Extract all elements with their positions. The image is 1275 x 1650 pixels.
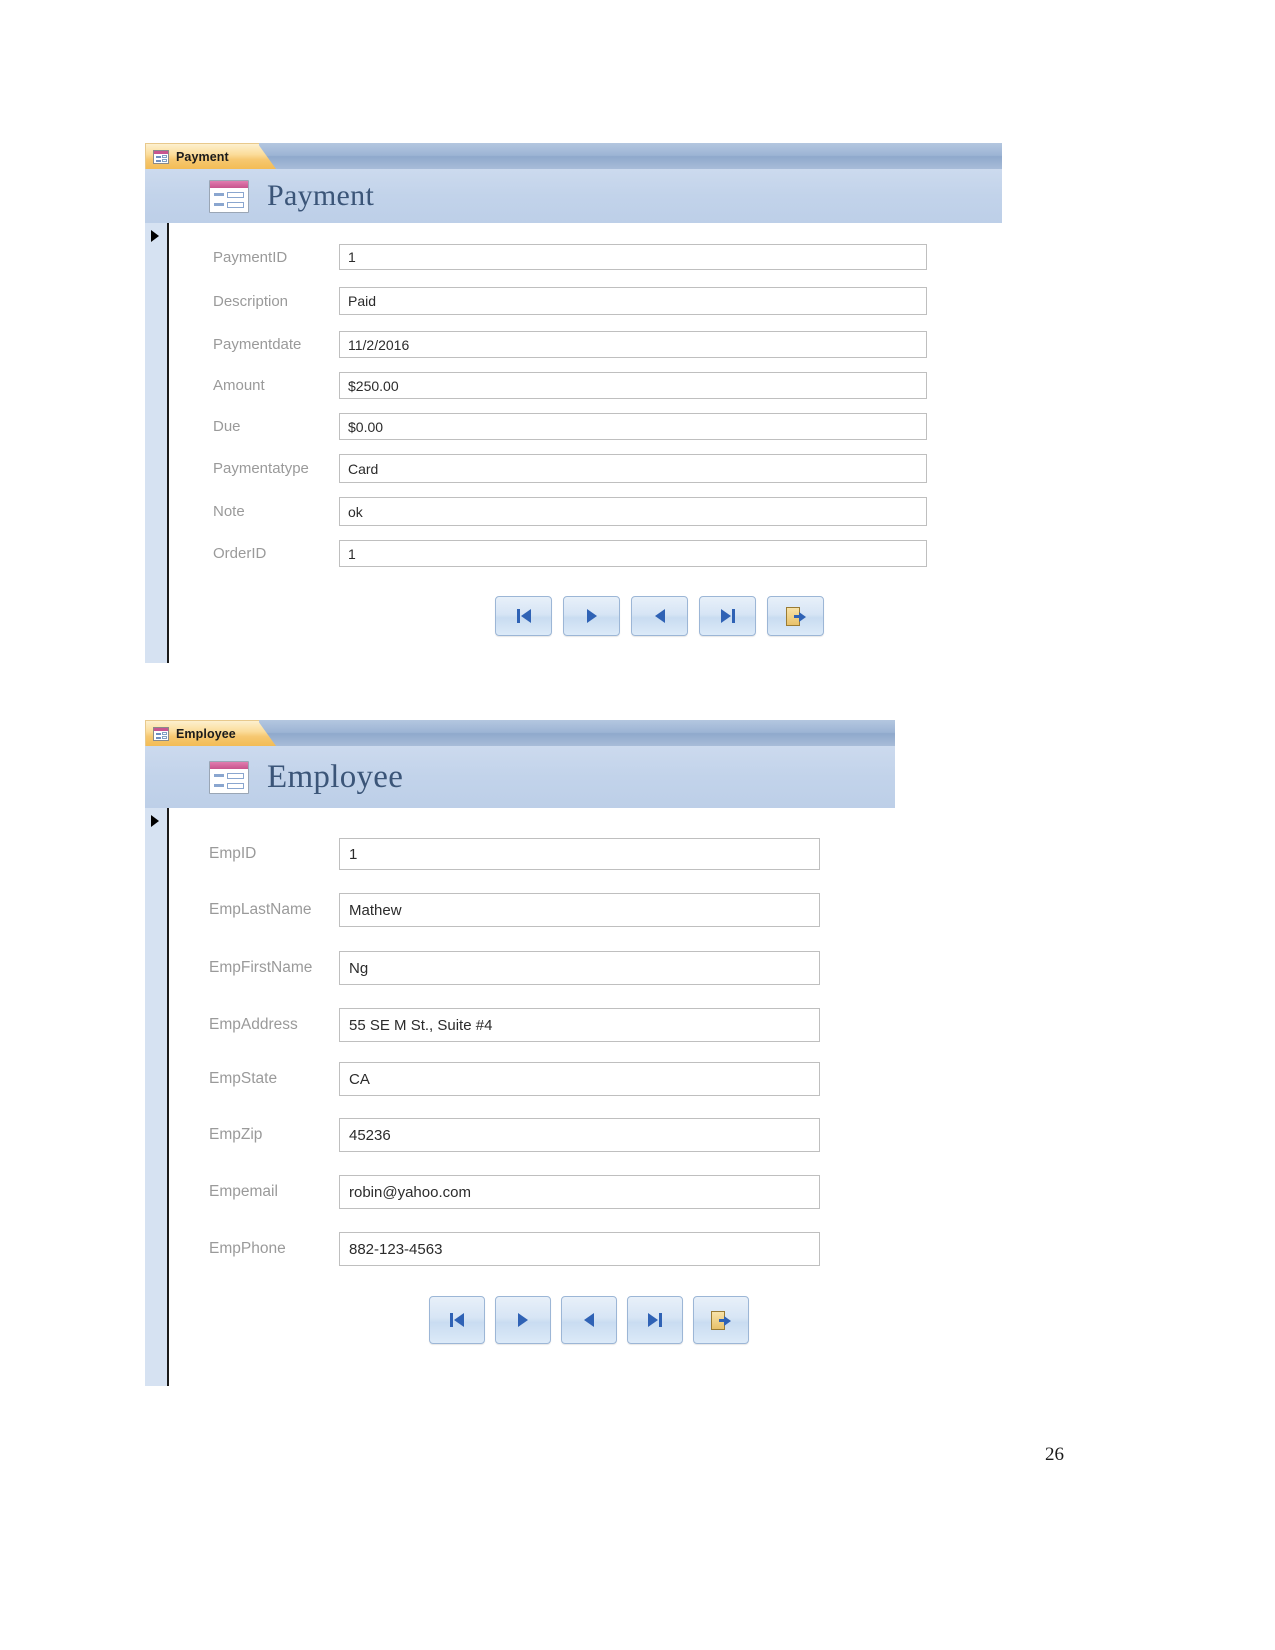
payment-tab-strip: Payment xyxy=(145,143,1002,169)
first-record-icon xyxy=(516,609,531,623)
field-input-amount[interactable]: $250.00 xyxy=(339,372,927,399)
field-row: Note ok xyxy=(169,497,1002,526)
form-icon xyxy=(153,149,169,164)
employee-tab-strip: Employee xyxy=(145,720,895,746)
last-record-icon xyxy=(648,1313,662,1327)
first-record-button[interactable] xyxy=(429,1296,485,1344)
record-selector[interactable] xyxy=(145,808,169,1386)
employee-fields-area: EmpID 1 EmpLastName Mathew EmpFirstName … xyxy=(169,808,895,1386)
form-icon xyxy=(209,179,249,213)
employee-form-window: Employee Employee EmpID 1 EmpLastName Ma… xyxy=(145,720,895,1386)
field-input-empphone[interactable]: 882-123-4563 xyxy=(339,1232,820,1266)
field-label-paymentdate: Paymentdate xyxy=(213,336,302,353)
previous-record-icon xyxy=(584,1313,594,1327)
field-row: OrderID 1 xyxy=(169,540,1002,567)
record-selector-arrow-icon xyxy=(151,815,159,827)
payment-form-window: Payment Payment PaymentID 1 Description … xyxy=(145,143,1002,663)
field-label-empaddress: EmpAddress xyxy=(209,1016,298,1033)
field-input-empfirstname[interactable]: Ng xyxy=(339,951,820,985)
field-row: PaymentID 1 xyxy=(169,244,1002,270)
field-row: Description Paid xyxy=(169,287,1002,315)
field-input-emplastname[interactable]: Mathew xyxy=(339,893,820,927)
field-row: EmpFirstName Ng xyxy=(169,951,895,985)
record-selector-arrow-icon xyxy=(151,230,159,242)
field-row: Amount $250.00 xyxy=(169,372,1002,399)
field-row: EmpZip 45236 xyxy=(169,1118,895,1152)
form-icon xyxy=(153,726,169,741)
record-selector[interactable] xyxy=(145,223,169,663)
tab-employee[interactable]: Employee xyxy=(145,720,259,746)
field-label-paymentid: PaymentID xyxy=(213,248,288,266)
next-record-icon xyxy=(586,609,597,623)
field-row: Empemail robin@yahoo.com xyxy=(169,1175,895,1209)
field-row: EmpID 1 xyxy=(169,838,895,870)
field-input-description[interactable]: Paid xyxy=(339,287,927,315)
field-label-due: Due xyxy=(213,418,241,435)
tab-payment-label: Payment xyxy=(176,149,229,164)
field-row: Paymentdate 11/2/2016 xyxy=(169,331,1002,358)
exit-door-icon xyxy=(785,606,806,626)
field-label-empemail: Empemail xyxy=(209,1183,278,1200)
field-row: EmpAddress 55 SE M St., Suite #4 xyxy=(169,1008,895,1042)
previous-record-icon xyxy=(654,609,665,623)
field-label-amount: Amount xyxy=(213,377,265,394)
field-input-paymentatype[interactable]: Card xyxy=(339,454,927,483)
previous-record-button[interactable] xyxy=(631,596,688,636)
field-row: EmpLastName Mathew xyxy=(169,893,895,927)
field-input-empaddress[interactable]: 55 SE M St., Suite #4 xyxy=(339,1008,820,1042)
tab-payment[interactable]: Payment xyxy=(145,143,259,169)
field-label-paymentatype: Paymentatype xyxy=(213,460,309,477)
field-row: Due $0.00 xyxy=(169,413,1002,440)
field-label-empphone: EmpPhone xyxy=(209,1240,286,1257)
first-record-button[interactable] xyxy=(495,596,552,636)
next-record-button[interactable] xyxy=(495,1296,551,1344)
last-record-button[interactable] xyxy=(699,596,756,636)
exit-form-button[interactable] xyxy=(693,1296,749,1344)
field-input-orderid[interactable]: 1 xyxy=(339,540,927,567)
next-record-icon xyxy=(518,1313,528,1327)
last-record-icon xyxy=(720,609,735,623)
payment-navigation-bar xyxy=(169,596,1002,636)
employee-form-header: Employee xyxy=(145,746,895,808)
field-input-paymentdate[interactable]: 11/2/2016 xyxy=(339,331,927,358)
field-label-emplastname: EmpLastName xyxy=(209,901,312,918)
field-input-due[interactable]: $0.00 xyxy=(339,413,927,440)
employee-navigation-bar xyxy=(169,1296,895,1344)
first-record-icon xyxy=(450,1313,464,1327)
field-input-empzip[interactable]: 45236 xyxy=(339,1118,820,1152)
next-record-button[interactable] xyxy=(563,596,620,636)
payment-form-body: PaymentID 1 Description Paid Paymentdate… xyxy=(145,223,1002,663)
page-title: Employee xyxy=(267,758,404,795)
field-input-empid[interactable]: 1 xyxy=(339,838,820,870)
form-icon xyxy=(209,760,249,794)
field-input-empemail[interactable]: robin@yahoo.com xyxy=(339,1175,820,1209)
field-input-paymentid[interactable]: 1 xyxy=(339,244,927,270)
field-label-empfirstname: EmpFirstName xyxy=(209,959,313,976)
field-label-empzip: EmpZip xyxy=(209,1126,263,1143)
page-title: Payment xyxy=(267,179,375,212)
payment-fields-area: PaymentID 1 Description Paid Paymentdate… xyxy=(169,223,1002,663)
exit-door-icon xyxy=(711,1310,731,1330)
field-input-note[interactable]: ok xyxy=(339,497,927,526)
field-row: Paymentatype Card xyxy=(169,454,1002,483)
page-number: 26 xyxy=(1045,1444,1064,1465)
field-label-orderid: OrderID xyxy=(213,545,267,562)
field-label-description: Description xyxy=(213,292,289,310)
field-label-empstate: EmpState xyxy=(209,1070,278,1087)
field-row: EmpPhone 882-123-4563 xyxy=(169,1232,895,1266)
exit-form-button[interactable] xyxy=(767,596,824,636)
field-label-empid: EmpID xyxy=(209,845,257,862)
previous-record-button[interactable] xyxy=(561,1296,617,1344)
tab-employee-label: Employee xyxy=(176,726,236,741)
field-input-empstate[interactable]: CA xyxy=(339,1062,820,1096)
last-record-button[interactable] xyxy=(627,1296,683,1344)
field-label-note: Note xyxy=(213,503,245,520)
payment-form-header: Payment xyxy=(145,169,1002,223)
field-row: EmpState CA xyxy=(169,1062,895,1096)
employee-form-body: EmpID 1 EmpLastName Mathew EmpFirstName … xyxy=(145,808,895,1386)
